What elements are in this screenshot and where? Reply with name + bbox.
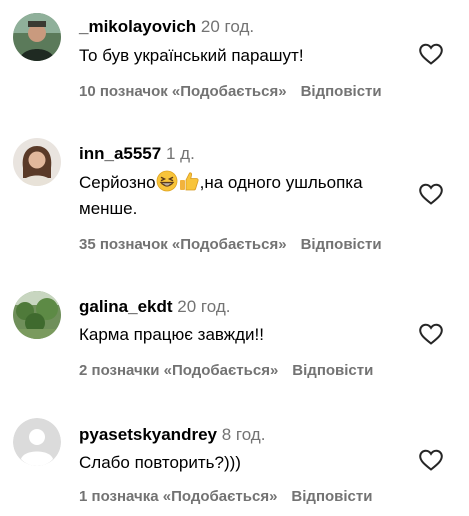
likes-count[interactable]: 1 позначка «Подобається» <box>79 488 277 505</box>
heart-outline-icon[interactable] <box>418 448 444 472</box>
avatar[interactable] <box>13 291 61 339</box>
comment-meta: 1 позначка «Подобається» Відповісти <box>79 488 372 506</box>
timestamp[interactable]: 20 год. <box>177 297 230 316</box>
likes-count[interactable]: 35 позначок «Подобається» <box>79 236 287 253</box>
grinning-squinting-face-emoji <box>156 170 178 192</box>
username[interactable]: _mikolayovich <box>79 17 196 36</box>
username[interactable]: galina_ekdt <box>79 297 173 316</box>
username[interactable]: inn_a5557 <box>79 144 161 163</box>
timestamp[interactable]: 1 д. <box>166 144 195 163</box>
avatar[interactable] <box>13 13 61 61</box>
reply-button[interactable]: Відповісти <box>301 83 382 100</box>
timestamp[interactable]: 8 год. <box>222 425 266 444</box>
likes-count[interactable]: 2 позначки «Подобається» <box>79 362 278 379</box>
comment-text-start: Серйозно <box>79 173 156 192</box>
heart-outline-icon[interactable] <box>418 182 444 206</box>
heart-outline-icon[interactable] <box>418 322 444 346</box>
default-avatar-icon[interactable] <box>13 418 61 466</box>
username[interactable]: pyasetskyandrey <box>79 425 217 444</box>
heart-outline-icon[interactable] <box>418 42 444 66</box>
comment-text: Серйозно ,на одного ушльопка менше. <box>79 170 399 222</box>
comment-text: Карма працює завжди!! <box>79 325 264 344</box>
comment-header: pyasetskyandrey 8 год. <box>79 425 265 445</box>
thumbs-up-emoji <box>178 170 200 192</box>
comment-header: _mikolayovich 20 год. <box>79 17 254 37</box>
likes-count[interactable]: 10 позначок «Подобається» <box>79 83 287 100</box>
comment-text: То був український парашут! <box>79 46 304 65</box>
reply-button[interactable]: Відповісти <box>301 236 382 253</box>
reply-button[interactable]: Відповісти <box>291 488 372 505</box>
comment-meta: 2 позначки «Подобається» Відповісти <box>79 362 373 380</box>
comment-header: galina_ekdt 20 год. <box>79 297 230 317</box>
comment-meta: 35 позначок «Подобається» Відповісти <box>79 236 382 254</box>
comment-text: Слабо повторить?))) <box>79 453 241 472</box>
timestamp[interactable]: 20 год. <box>201 17 254 36</box>
avatar[interactable] <box>13 138 61 186</box>
comment-meta: 10 позначок «Подобається» Відповісти <box>79 83 382 101</box>
comment-header: inn_a5557 1 д. <box>79 144 195 164</box>
reply-button[interactable]: Відповісти <box>292 362 373 379</box>
